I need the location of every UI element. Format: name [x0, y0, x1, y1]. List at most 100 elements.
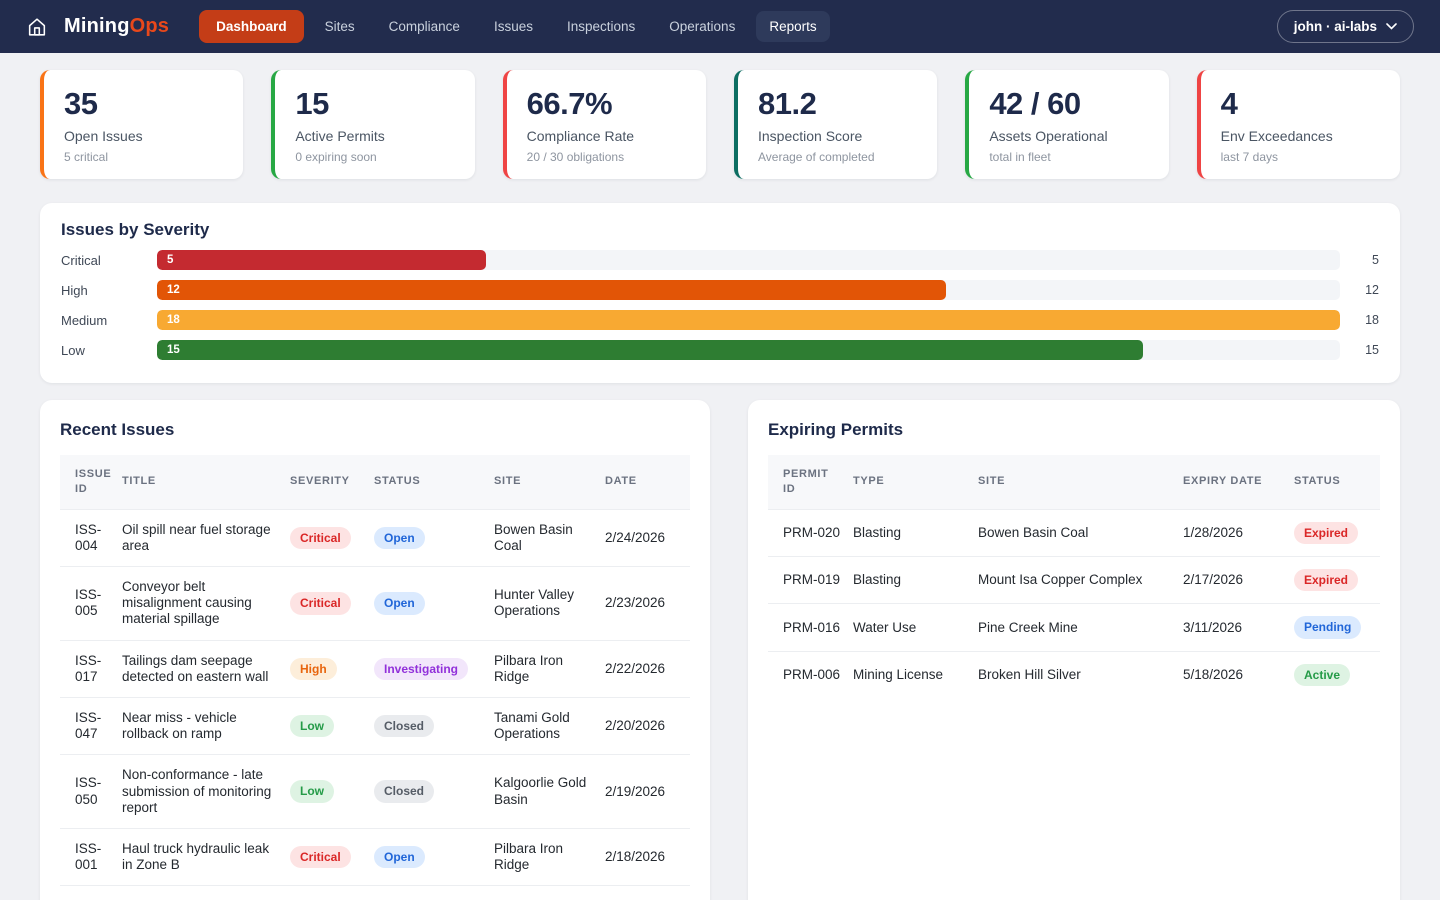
severity-bar-track: 18 — [157, 310, 1340, 330]
kpi-sublabel: last 7 days — [1221, 150, 1380, 164]
column-header-issue-id: Issue ID — [60, 455, 122, 509]
nav-items: Dashboard Sites Compliance Issues Inspection… — [199, 10, 829, 43]
kpi-card-active-permits: 15Active Permits0 expiring soon — [271, 70, 474, 179]
table-row[interactable]: PRM-016Water UsePine Creek Mine3/11/2026… — [768, 604, 1380, 651]
nav-item-compliance[interactable]: Compliance — [376, 11, 473, 42]
issue-severity-cell: High — [290, 640, 374, 697]
nav-item-inspections[interactable]: Inspections — [554, 11, 648, 42]
severity-bar-fill: 15 — [157, 340, 1143, 360]
permit-type-cell: Mining License — [853, 651, 978, 698]
permit-expiry-cell: 3/11/2026 — [1183, 604, 1294, 651]
kpi-row: 35 Open Issues 5 critical 15Active Permits0… — [40, 70, 1400, 179]
kpi-value: 35 — [64, 86, 223, 122]
severity-bar-track: 5 — [157, 250, 1340, 270]
severity-value: 15 — [1348, 343, 1379, 357]
user-menu[interactable]: john · ai-labs — [1277, 10, 1414, 43]
issue-date-cell: 2/19/2026 — [605, 755, 690, 829]
column-header-status: Status — [1294, 455, 1380, 509]
nav-item-sites[interactable]: Sites — [312, 11, 368, 42]
kpi-value: 81.2 — [758, 86, 917, 122]
kpi-label: Env Exceedances — [1221, 128, 1380, 144]
issue-id-cell: ISS-050 — [60, 755, 122, 829]
severity-label: Low — [61, 343, 149, 358]
table-row[interactable]: ISS-047Near miss - vehicle rollback on r… — [60, 698, 690, 755]
issue-status-cell: Closed — [374, 886, 494, 900]
top-nav: MiningOps Dashboard Sites Compliance Issues… — [0, 0, 1440, 53]
bottom-grid: Recent Issues Issue IDTitleSeverityStatu… — [40, 400, 1400, 900]
table-row[interactable]: ISS-050Non-conformance - late submission… — [60, 755, 690, 829]
issue-severity-cell: Low — [290, 755, 374, 829]
brand-prefix: Mining — [64, 15, 130, 37]
issue-date-cell: 2/23/2026 — [605, 567, 690, 641]
severity-label: Medium — [61, 313, 149, 328]
issue-status-cell: Closed — [374, 755, 494, 829]
severity-bar-fill: 12 — [157, 280, 946, 300]
permit-site-cell: Bowen Basin Coal — [978, 509, 1183, 556]
nav-item-issues[interactable]: Issues — [481, 11, 546, 42]
table-row[interactable]: PRM-019BlastingMount Isa Copper Complex2… — [768, 557, 1380, 604]
issue-title-cell: Conveyor belt misalignment causing mater… — [122, 567, 290, 641]
issue-id-cell: ISS- — [60, 886, 122, 900]
expiring-permits-header-row: Permit IDTypeSiteExpiry DateStatus — [768, 455, 1380, 509]
kpi-value: 15 — [295, 86, 454, 122]
permit-id-cell: PRM-006 — [768, 651, 853, 698]
column-header-date: Date — [605, 455, 690, 509]
nav-item-operations[interactable]: Operations — [656, 11, 748, 42]
severity-bar-fill: 18 — [157, 310, 1340, 330]
kpi-sublabel: 5 critical — [64, 150, 223, 164]
table-row[interactable]: ISS-017Tailings dam seepage detected on … — [60, 640, 690, 697]
kpi-value: 42 / 60 — [989, 86, 1148, 122]
issue-severity-cell: Low — [290, 886, 374, 900]
kpi-label: Open Issues — [64, 128, 223, 144]
kpi-label: Compliance Rate — [527, 128, 686, 144]
permit-expiry-cell: 1/28/2026 — [1183, 509, 1294, 556]
table-row[interactable]: PRM-020BlastingBowen Basin Coal1/28/2026… — [768, 509, 1380, 556]
permit-id-cell: PRM-020 — [768, 509, 853, 556]
issue-severity-cell: Critical — [290, 828, 374, 885]
issue-site-cell: Bowen Basin Coal — [494, 509, 605, 566]
nav-item-reports[interactable]: Reports — [756, 11, 829, 42]
expiring-permits-panel: Expiring Permits Permit IDTypeSiteExpiry… — [748, 400, 1400, 900]
home-icon[interactable] — [26, 16, 48, 38]
severity-row-high: High1212 — [61, 280, 1379, 300]
recent-issues-header-row: Issue IDTitleSeverityStatusSiteDate — [60, 455, 690, 509]
column-header-site: Site — [978, 455, 1183, 509]
kpi-sublabel: Average of completed — [758, 150, 917, 164]
permit-site-cell: Pine Creek Mine — [978, 604, 1183, 651]
column-header-status: Status — [374, 455, 494, 509]
permit-id-cell: PRM-016 — [768, 604, 853, 651]
table-row[interactable]: PRM-006Mining LicenseBroken Hill Silver5… — [768, 651, 1380, 698]
user-menu-label: john · ai-labs — [1294, 19, 1377, 34]
issue-title-cell: Observation - poor — [122, 886, 290, 900]
severity-badge-critical: Critical — [290, 527, 351, 549]
issue-date-cell: 2/22/2026 — [605, 640, 690, 697]
nav-item-dashboard[interactable]: Dashboard — [199, 10, 304, 43]
kpi-card-compliance-rate: 66.7%Compliance Rate20 / 30 obligations — [503, 70, 706, 179]
permit-status-cell: Active — [1294, 651, 1380, 698]
issue-status-cell: Open — [374, 567, 494, 641]
column-header-site: Site — [494, 455, 605, 509]
severity-badge-low: Low — [290, 715, 334, 737]
recent-issues-table: Issue IDTitleSeverityStatusSiteDate ISS-… — [60, 455, 690, 900]
issue-site-cell: Hunter Valley Operations — [494, 567, 605, 641]
chevron-down-icon — [1386, 23, 1397, 30]
issue-site-cell: Pilbara Iron Ridge — [494, 640, 605, 697]
nav-left: MiningOps Dashboard Sites Compliance Issues… — [26, 10, 830, 43]
issue-status-cell: Investigating — [374, 640, 494, 697]
issue-date-cell: 2/20/2026 — [605, 698, 690, 755]
severity-row-critical: Critical55 — [61, 250, 1379, 270]
table-row[interactable]: ISS-001Haul truck hydraulic leak in Zone… — [60, 828, 690, 885]
kpi-sublabel: 20 / 30 obligations — [527, 150, 686, 164]
permit-expiry-cell: 5/18/2026 — [1183, 651, 1294, 698]
permit-site-cell: Broken Hill Silver — [978, 651, 1183, 698]
issue-title-cell: Non-conformance - late submission of mon… — [122, 755, 290, 829]
brand-logo[interactable]: MiningOps — [64, 15, 169, 38]
dashboard-main: 35 Open Issues 5 critical 15Active Permits0… — [0, 70, 1440, 900]
table-row[interactable]: ISS-005Conveyor belt misalignment causin… — [60, 567, 690, 641]
table-row[interactable]: ISS-Observation - poorLowClosedKalgoorli… — [60, 886, 690, 900]
expiring-permits-body: PRM-020BlastingBowen Basin Coal1/28/2026… — [768, 509, 1380, 698]
table-row[interactable]: ISS-004Oil spill near fuel storage areaC… — [60, 509, 690, 566]
status-badge-expired: Expired — [1294, 522, 1358, 544]
chart-title: Issues by Severity — [61, 220, 1379, 240]
expiring-permits-table: Permit IDTypeSiteExpiry DateStatus PRM-0… — [768, 455, 1380, 698]
